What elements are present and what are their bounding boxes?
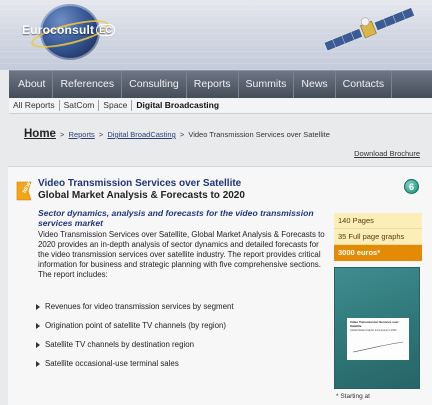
subnav-all-reports[interactable]: All Reports [9,100,60,111]
nav-about[interactable]: About [9,71,54,98]
satellite-icon [323,7,415,50]
sub-nav: All Reports SatCom Space Digital Broadca… [9,98,432,114]
new-badge-icon: NEW [16,181,33,201]
spec-graphs: 35 Full page graphs [334,229,422,245]
nav-contacts[interactable]: Contacts [336,71,393,98]
subnav-satcom[interactable]: SatCom [60,100,100,111]
cover-graphic [352,341,404,353]
product-tagline: Sector dynamics, analysis and forecasts … [38,208,314,228]
bullet-arrow-icon [36,304,40,310]
breadcrumb-current: Video Transmission Services over Satelli… [188,130,330,139]
product-subtitle: Global Market Analysis & Forecasts to 20… [38,190,245,201]
nav-consulting[interactable]: Consulting [122,71,187,98]
list-item: Satellite occasional-use terminal sales [36,359,234,378]
breadcrumb-separator: > [179,130,185,139]
list-item-text: Satellite TV channels by destination reg… [45,340,194,349]
main-nav: About References Consulting Reports Summ… [9,70,432,98]
report-cover-image[interactable]: Video Transmission Services over Satelli… [334,267,420,389]
bullet-arrow-icon [36,342,40,348]
bullet-arrow-icon [36,361,40,367]
nav-references[interactable]: References [53,71,123,98]
breadcrumb-home[interactable]: Home [24,128,56,140]
breadcrumb-separator: > [60,130,65,139]
spec-pages: 140 Pages [334,213,422,229]
nav-summits[interactable]: Summits [239,71,295,98]
subnav-space[interactable]: Space [99,100,133,111]
cover-title: Video Transmission Services over Satelli… [350,320,399,328]
logo-name: Euroconsult [22,23,95,37]
subnav-digital-broadcasting[interactable]: Digital Broadcasting [132,100,223,111]
breadcrumb: Home > Reports > Digital BroadCasting > … [24,128,330,140]
product-title: Video Transmission Services over Satelli… [38,178,242,189]
list-item: Satellite TV channels by destination reg… [36,340,234,359]
logo[interactable]: Euroconsult EC [22,4,126,62]
cover-subtitle: Global Market Analysis & Forecasts to 20… [350,329,397,332]
info-icon[interactable]: 6 [404,179,419,194]
list-item: Revenues for video transmission services… [36,302,234,321]
spec-box: 140 Pages 35 Full page graphs 3000 euros… [334,213,422,261]
cover-label: Video Transmission Services over Satelli… [347,318,409,360]
product-description: Video Transmission Services over Satelli… [38,230,325,279]
list-item: Origination point of satellite TV channe… [36,321,234,340]
list-item-text: Satellite occasional-use terminal sales [45,359,179,368]
list-item-text: Revenues for video transmission services… [45,302,234,311]
feature-list: Revenues for video transmission services… [36,302,234,378]
spec-price: 3000 euros* [334,245,422,261]
nav-news[interactable]: News [294,71,336,98]
list-item-text: Origination point of satellite TV channe… [45,321,226,330]
price-footnote: * Starting at [336,393,370,400]
download-brochure-link[interactable]: Download Brochure [354,149,420,158]
breadcrumb-category[interactable]: Digital BroadCasting [107,130,175,139]
nav-reports[interactable]: Reports [187,71,239,98]
breadcrumb-reports[interactable]: Reports [69,130,95,139]
logo-mark: EC [96,24,116,36]
breadcrumb-separator: > [98,130,104,139]
logo-text: Euroconsult EC [22,23,116,37]
site-header: Euroconsult EC [0,0,432,70]
bullet-arrow-icon [36,323,40,329]
